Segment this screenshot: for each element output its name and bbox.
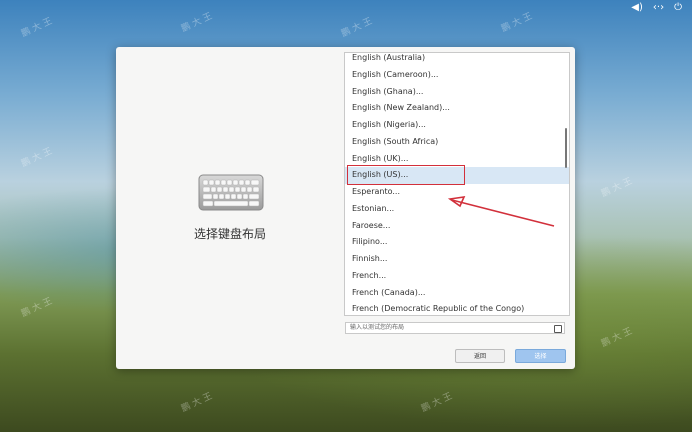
left-pane: 选择键盘布局 <box>116 47 344 347</box>
list-item[interactable]: French... <box>345 268 569 285</box>
watermark: 鹏 大 王 <box>420 391 454 415</box>
annotation-highlight-box <box>347 165 465 185</box>
watermark: 鹏 大 王 <box>500 11 534 35</box>
watermark: 鹏 大 王 <box>20 16 54 40</box>
search-placeholder: 输入以测试您的布局 <box>350 324 405 331</box>
list-item[interactable]: English (New Zealand)... <box>345 100 569 117</box>
network-icon[interactable]: ‹·› <box>653 2 664 18</box>
watermark: 鹏 大 王 <box>600 176 634 200</box>
watermark: 鹏 大 王 <box>600 326 634 350</box>
watermark: 鹏 大 王 <box>180 391 214 415</box>
layout-test-input[interactable]: 输入以测试您的布局 <box>345 322 565 334</box>
top-status-bar: ◀) ‹·› ⏻ <box>631 0 692 18</box>
list-item[interactable]: French (Canada)... <box>345 285 569 302</box>
list-item[interactable]: English (Ghana)... <box>345 84 569 101</box>
list-item[interactable]: English (Australia) <box>345 53 569 67</box>
list-item[interactable]: French (Democratic Republic of the Congo… <box>345 301 569 315</box>
annotation-arrow-icon <box>447 196 555 227</box>
back-button[interactable]: 返回 <box>455 349 505 363</box>
watermark: 鹏 大 王 <box>340 16 374 40</box>
watermark: 鹏 大 王 <box>180 11 214 35</box>
scrollbar[interactable] <box>565 128 567 168</box>
layout-list[interactable]: English (Australia) English (Cameroon)..… <box>344 52 570 316</box>
watermark: 鹏 大 王 <box>20 296 54 320</box>
page-title: 选择键盘布局 <box>193 227 266 241</box>
watermark: 鹏 大 王 <box>20 146 54 170</box>
list-item[interactable]: Finnish... <box>345 251 569 268</box>
keyboard-icon <box>198 174 264 211</box>
power-icon[interactable]: ⏻ <box>674 2 682 18</box>
list-item[interactable]: English (South Africa) <box>345 134 569 151</box>
keyboard-small-icon[interactable] <box>554 325 562 333</box>
list-item[interactable]: English (Cameroon)... <box>345 67 569 84</box>
list-item[interactable]: English (Nigeria)... <box>345 117 569 134</box>
select-button[interactable]: 选择 <box>515 349 566 363</box>
speaker-icon[interactable]: ◀) <box>631 2 643 18</box>
